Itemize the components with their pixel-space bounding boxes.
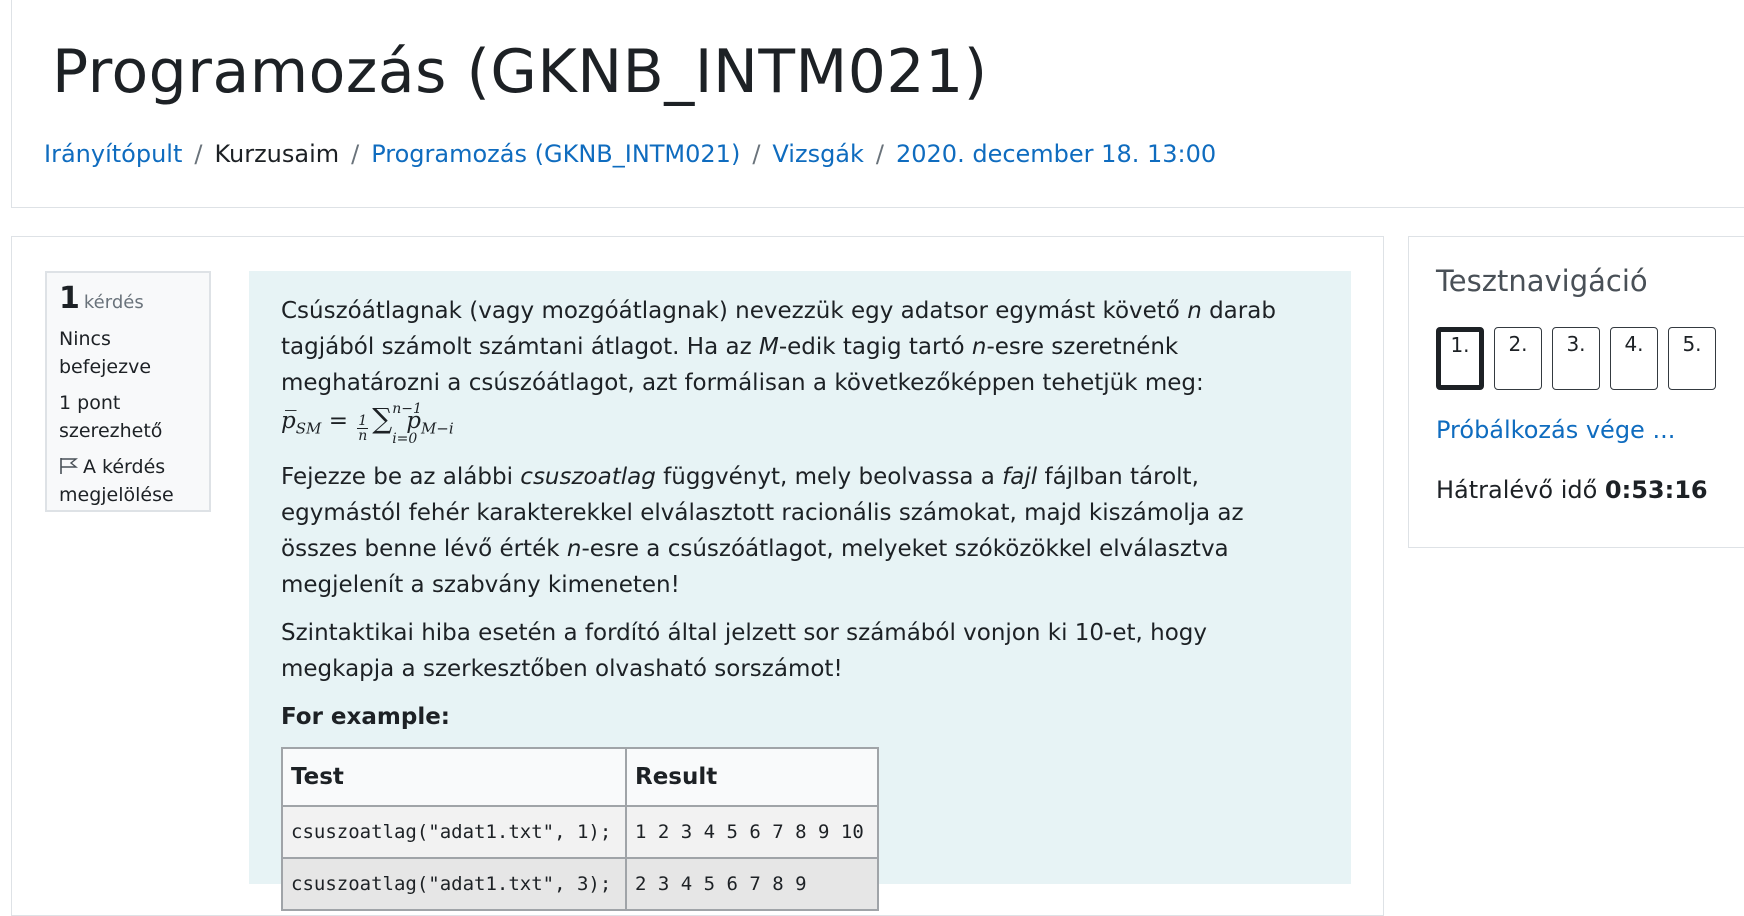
flag-icon — [60, 458, 78, 474]
question-nav-button-3[interactable]: 3. — [1552, 327, 1600, 390]
column-header-test: Test — [281, 746, 627, 807]
time-remaining: Hátralévő idő 0:53:16 — [1436, 476, 1708, 504]
breadcrumb-separator: / — [194, 140, 203, 168]
timer-label: Hátralévő idő — [1436, 476, 1598, 504]
question-number: 1 — [59, 281, 80, 316]
breadcrumb: Irányítópult / Kurzusaim / Programozás (GKNB… — [44, 138, 1216, 170]
question-nav-button-5[interactable]: 5. — [1668, 327, 1716, 390]
breadcrumb-exams[interactable]: Vizsgák — [772, 140, 864, 168]
table-header-row: Test Result — [281, 746, 879, 807]
question-nav-buttons: 1. 2. 3. 4. 5. — [1436, 327, 1716, 390]
breadcrumb-my-courses: Kurzusaim — [214, 140, 340, 168]
question-nav-button-4[interactable]: 4. — [1610, 327, 1658, 390]
breadcrumb-separator: / — [351, 140, 360, 168]
flag-question-button[interactable]: A kérdés megjelölése — [59, 453, 197, 509]
breadcrumb-course[interactable]: Programozás (GKNB_INTM021) — [371, 140, 740, 168]
example-table: Test Result csuszoatlag("adat1.txt", 1);… — [281, 746, 879, 911]
timer-value: 0:53:16 — [1604, 476, 1708, 504]
question-paragraph-1: Csúszóátlagnak (vagy mozgóátlagnak) neve… — [281, 298, 1276, 447]
test-cell: csuszoatlag("adat1.txt", 1); — [281, 804, 627, 859]
breadcrumb-separator: / — [752, 140, 761, 168]
question-word: kérdés — [83, 292, 144, 313]
column-header-result: Result — [625, 746, 879, 807]
result-cell: 1 2 3 4 5 6 7 8 9 10 — [625, 804, 879, 859]
moving-average-formula: p̅SM = 1 n ∑ n−1 i=0 pM−i — [281, 401, 454, 447]
finish-attempt-link[interactable]: Próbálkozás vége ... — [1436, 416, 1675, 444]
question-nav-button-2[interactable]: 2. — [1494, 327, 1542, 390]
breadcrumb-separator: / — [875, 140, 884, 168]
question-paragraph-3: Szintaktikai hiba esetén a fordító által… — [281, 619, 1208, 682]
example-title: For example: — [281, 703, 450, 730]
breadcrumb-exam-date[interactable]: 2020. december 18. 13:00 — [896, 140, 1216, 168]
quiz-navigation-title: Tesztnavigáció — [1436, 264, 1648, 298]
question-state: Nincs befejezve — [59, 328, 152, 378]
question-info: 1 kérdés Nincs befejezve 1 pont szerezhet… — [45, 271, 211, 512]
question-points: 1 pont szerezhető — [59, 392, 163, 442]
breadcrumb-dashboard[interactable]: Irányítópult — [44, 140, 182, 168]
question-nav-button-1[interactable]: 1. — [1436, 327, 1484, 390]
table-row: csuszoatlag("adat1.txt", 1); 1 2 3 4 5 6… — [281, 804, 879, 859]
page-title: Programozás (GKNB_INTM021) — [52, 37, 988, 107]
question-paragraph-2: Fejezze be az alábbi csuszoatlag függvén… — [281, 463, 1244, 598]
question-text: Csúszóátlagnak (vagy mozgóátlagnak) neve… — [249, 271, 1351, 911]
